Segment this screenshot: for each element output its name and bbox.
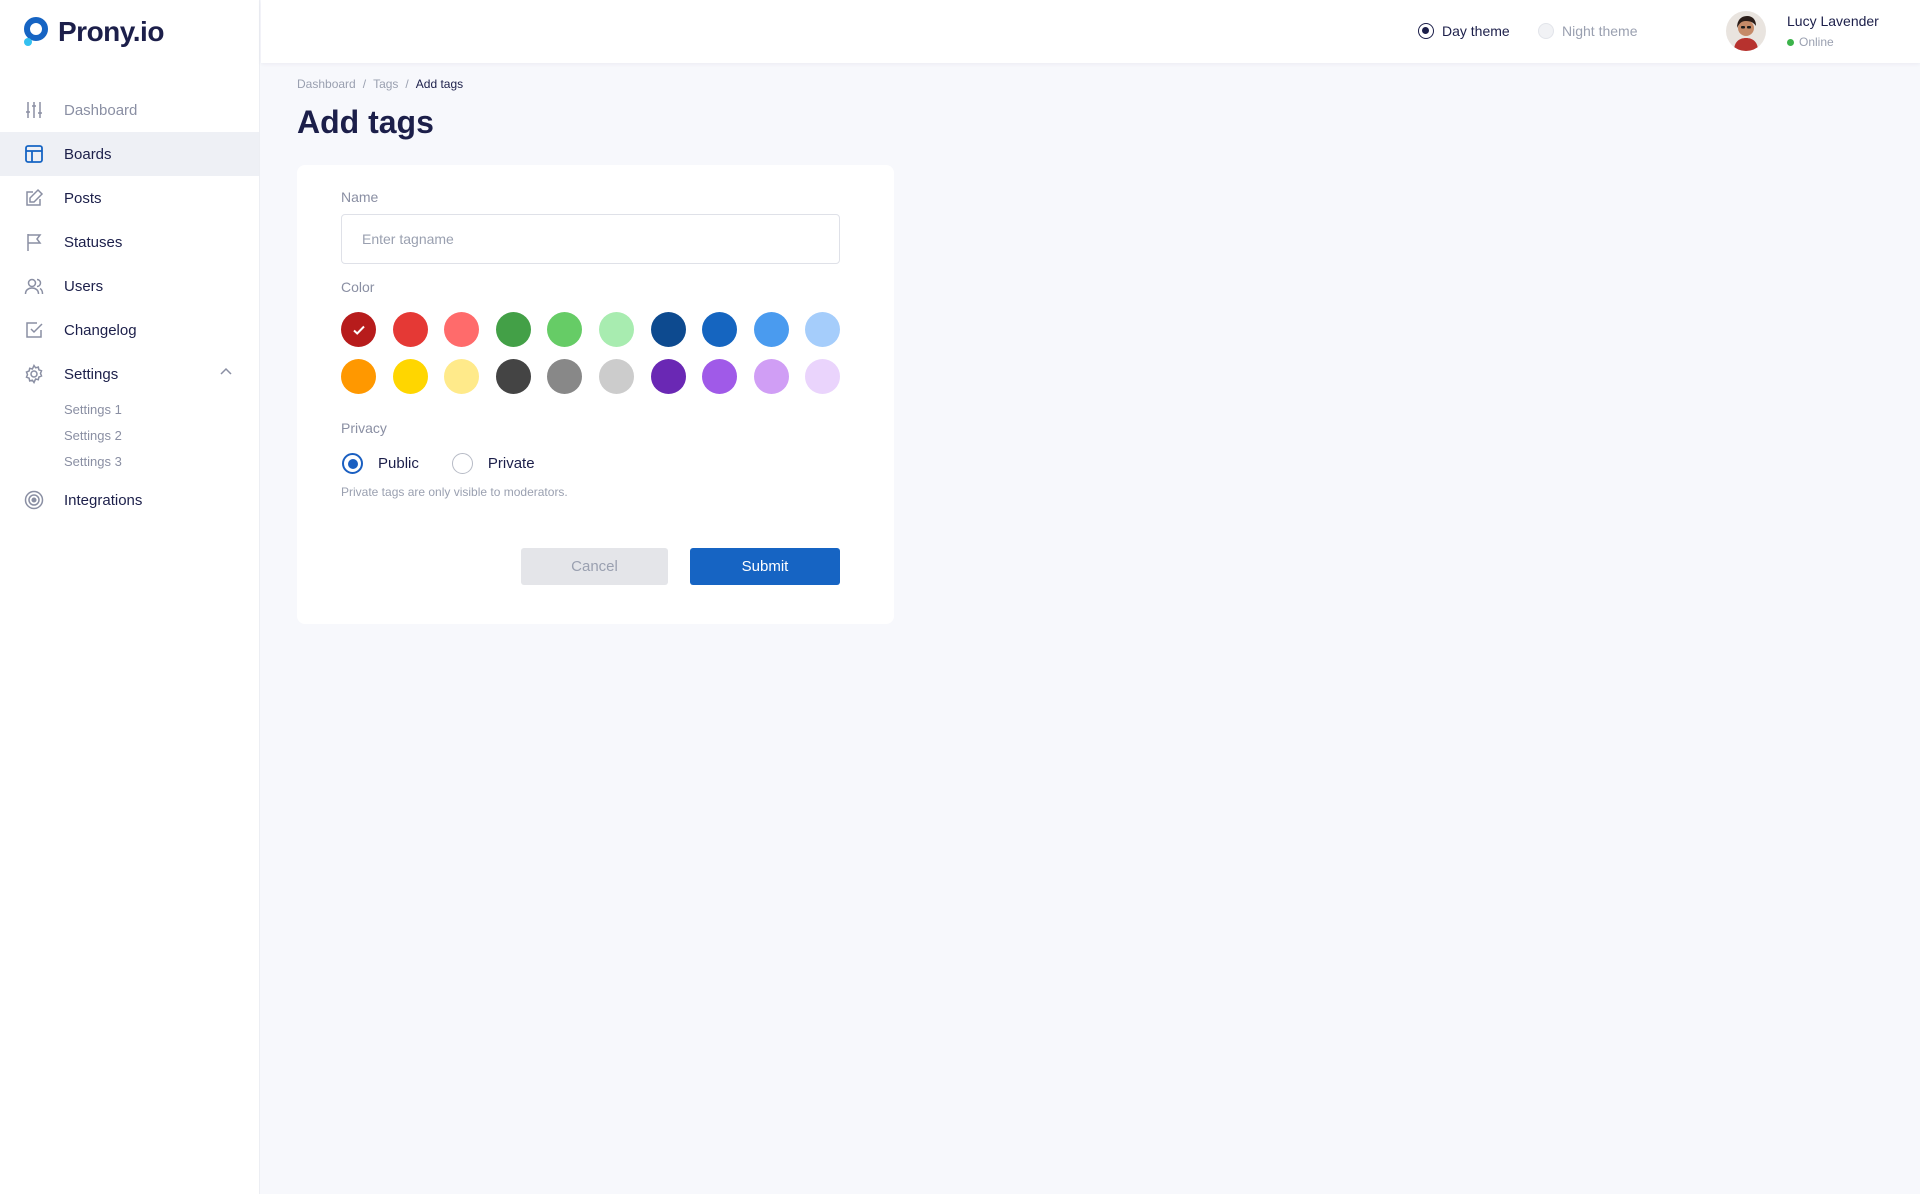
board-icon	[24, 144, 44, 164]
swatch-row	[341, 312, 861, 347]
sidebar-item-label: Changelog	[64, 321, 137, 339]
chevron-up-icon[interactable]	[219, 365, 233, 384]
sidebar-item-label: Dashboard	[64, 101, 138, 119]
brand-name: Prony.io	[58, 16, 164, 47]
check-icon	[352, 325, 365, 335]
sidebar-item-settings[interactable]: Settings	[0, 352, 259, 396]
color-swatch[interactable]	[444, 312, 480, 347]
prony-logo-icon	[22, 17, 50, 47]
sidebar-item-label: Boards	[64, 145, 112, 163]
cancel-button[interactable]: Cancel	[521, 548, 668, 585]
color-swatch[interactable]	[495, 359, 531, 394]
swatch-row	[341, 359, 861, 394]
color-swatch[interactable]	[650, 312, 686, 347]
color-swatch[interactable]	[392, 359, 428, 394]
color-swatch[interactable]	[753, 359, 789, 394]
add-tag-form-card: Name Color Privacy Public Private Privat…	[297, 165, 894, 624]
name-label: Name	[341, 189, 379, 205]
breadcrumb-separator: /	[405, 77, 409, 91]
color-label: Color	[341, 279, 375, 295]
color-swatch[interactable]	[805, 359, 841, 394]
day-theme-label: Day theme	[1442, 23, 1510, 39]
color-swatch[interactable]	[702, 359, 738, 394]
color-swatch[interactable]	[598, 312, 634, 347]
user-name[interactable]: Lucy Lavender	[1787, 13, 1879, 29]
sidebar-item-statuses[interactable]: Statuses	[0, 220, 259, 264]
sidebar-subitem-settings-3[interactable]: Settings 3	[64, 448, 259, 474]
color-swatch[interactable]	[805, 312, 841, 347]
day-theme-option[interactable]: Day theme	[1418, 23, 1510, 39]
top-bar: Day theme Night theme	[261, 0, 1920, 63]
sidebar-item-boards[interactable]: Boards	[0, 132, 259, 176]
tag-name-input[interactable]	[341, 214, 840, 264]
avatar[interactable]	[1726, 11, 1766, 51]
flag-icon	[24, 232, 44, 252]
privacy-options: Public Private	[341, 453, 535, 474]
sliders-icon	[24, 100, 44, 120]
color-swatch[interactable]	[598, 359, 634, 394]
color-swatch[interactable]	[547, 359, 583, 394]
breadcrumb-separator: /	[362, 77, 367, 91]
breadcrumb-tags[interactable]: Tags	[373, 77, 398, 91]
submit-button[interactable]: Submit	[690, 548, 840, 585]
sidebar-subitem-settings-1[interactable]: Settings 1	[64, 396, 259, 422]
sidebar-item-integrations[interactable]: Integrations	[0, 478, 259, 522]
color-swatch[interactable]	[444, 359, 480, 394]
color-swatch[interactable]	[547, 312, 583, 347]
sidebar-item-label: Settings	[64, 365, 119, 383]
sidebar-item-label: Statuses	[64, 233, 123, 251]
color-swatch[interactable]	[392, 312, 428, 347]
sidebar-nav: Dashboard Boards Posts Statuses Users Ch…	[0, 88, 259, 522]
color-swatch[interactable]	[702, 312, 738, 347]
breadcrumb-dashboard[interactable]: Dashboard	[297, 77, 356, 91]
privacy-label: Privacy	[341, 420, 387, 436]
gear-icon	[24, 364, 44, 384]
page-title: Add tags	[297, 104, 434, 140]
color-swatch[interactable]	[753, 312, 789, 347]
color-swatch[interactable]	[341, 312, 376, 347]
privacy-hint: Private tags are only visible to moderat…	[341, 485, 568, 499]
night-theme-radio[interactable]	[1538, 23, 1554, 39]
night-theme-option[interactable]: Night theme	[1538, 23, 1637, 39]
online-status-dot	[1787, 38, 1794, 46]
public-label[interactable]: Public	[378, 455, 419, 472]
target-icon	[24, 490, 44, 510]
brand-logo[interactable]: Prony.io	[22, 16, 164, 48]
sidebar-subitem-settings-2[interactable]: Settings 2	[64, 422, 259, 448]
sidebar-item-label: Users	[64, 277, 104, 295]
color-swatches	[341, 312, 861, 406]
night-theme-label: Night theme	[1562, 23, 1638, 39]
day-theme-radio[interactable]	[1418, 23, 1434, 39]
sidebar-item-label: Posts	[64, 189, 102, 207]
color-swatch[interactable]	[495, 312, 531, 347]
check-square-icon	[24, 320, 44, 340]
settings-submenu: Settings 1 Settings 2 Settings 3	[0, 396, 259, 474]
sidebar-item-users[interactable]: Users	[0, 264, 259, 308]
sidebar-item-posts[interactable]: Posts	[0, 176, 259, 220]
user-status: Online	[1787, 35, 1834, 49]
private-label[interactable]: Private	[488, 455, 535, 472]
breadcrumb-current: Add tags	[415, 77, 464, 91]
public-radio[interactable]	[342, 453, 363, 474]
sidebar: Prony.io Dashboard Boards Posts Statuses…	[0, 0, 260, 1194]
users-icon	[24, 276, 44, 296]
color-swatch[interactable]	[650, 359, 686, 394]
edit-icon	[24, 188, 44, 208]
color-swatch[interactable]	[341, 359, 376, 394]
breadcrumb: Dashboard / Tags / Add tags	[297, 77, 470, 91]
sidebar-item-changelog[interactable]: Changelog	[0, 308, 259, 352]
sidebar-item-label: Integrations	[64, 491, 143, 509]
user-status-label: Online	[1799, 35, 1834, 49]
private-radio[interactable]	[451, 453, 473, 474]
sidebar-item-dashboard[interactable]: Dashboard	[0, 88, 259, 132]
